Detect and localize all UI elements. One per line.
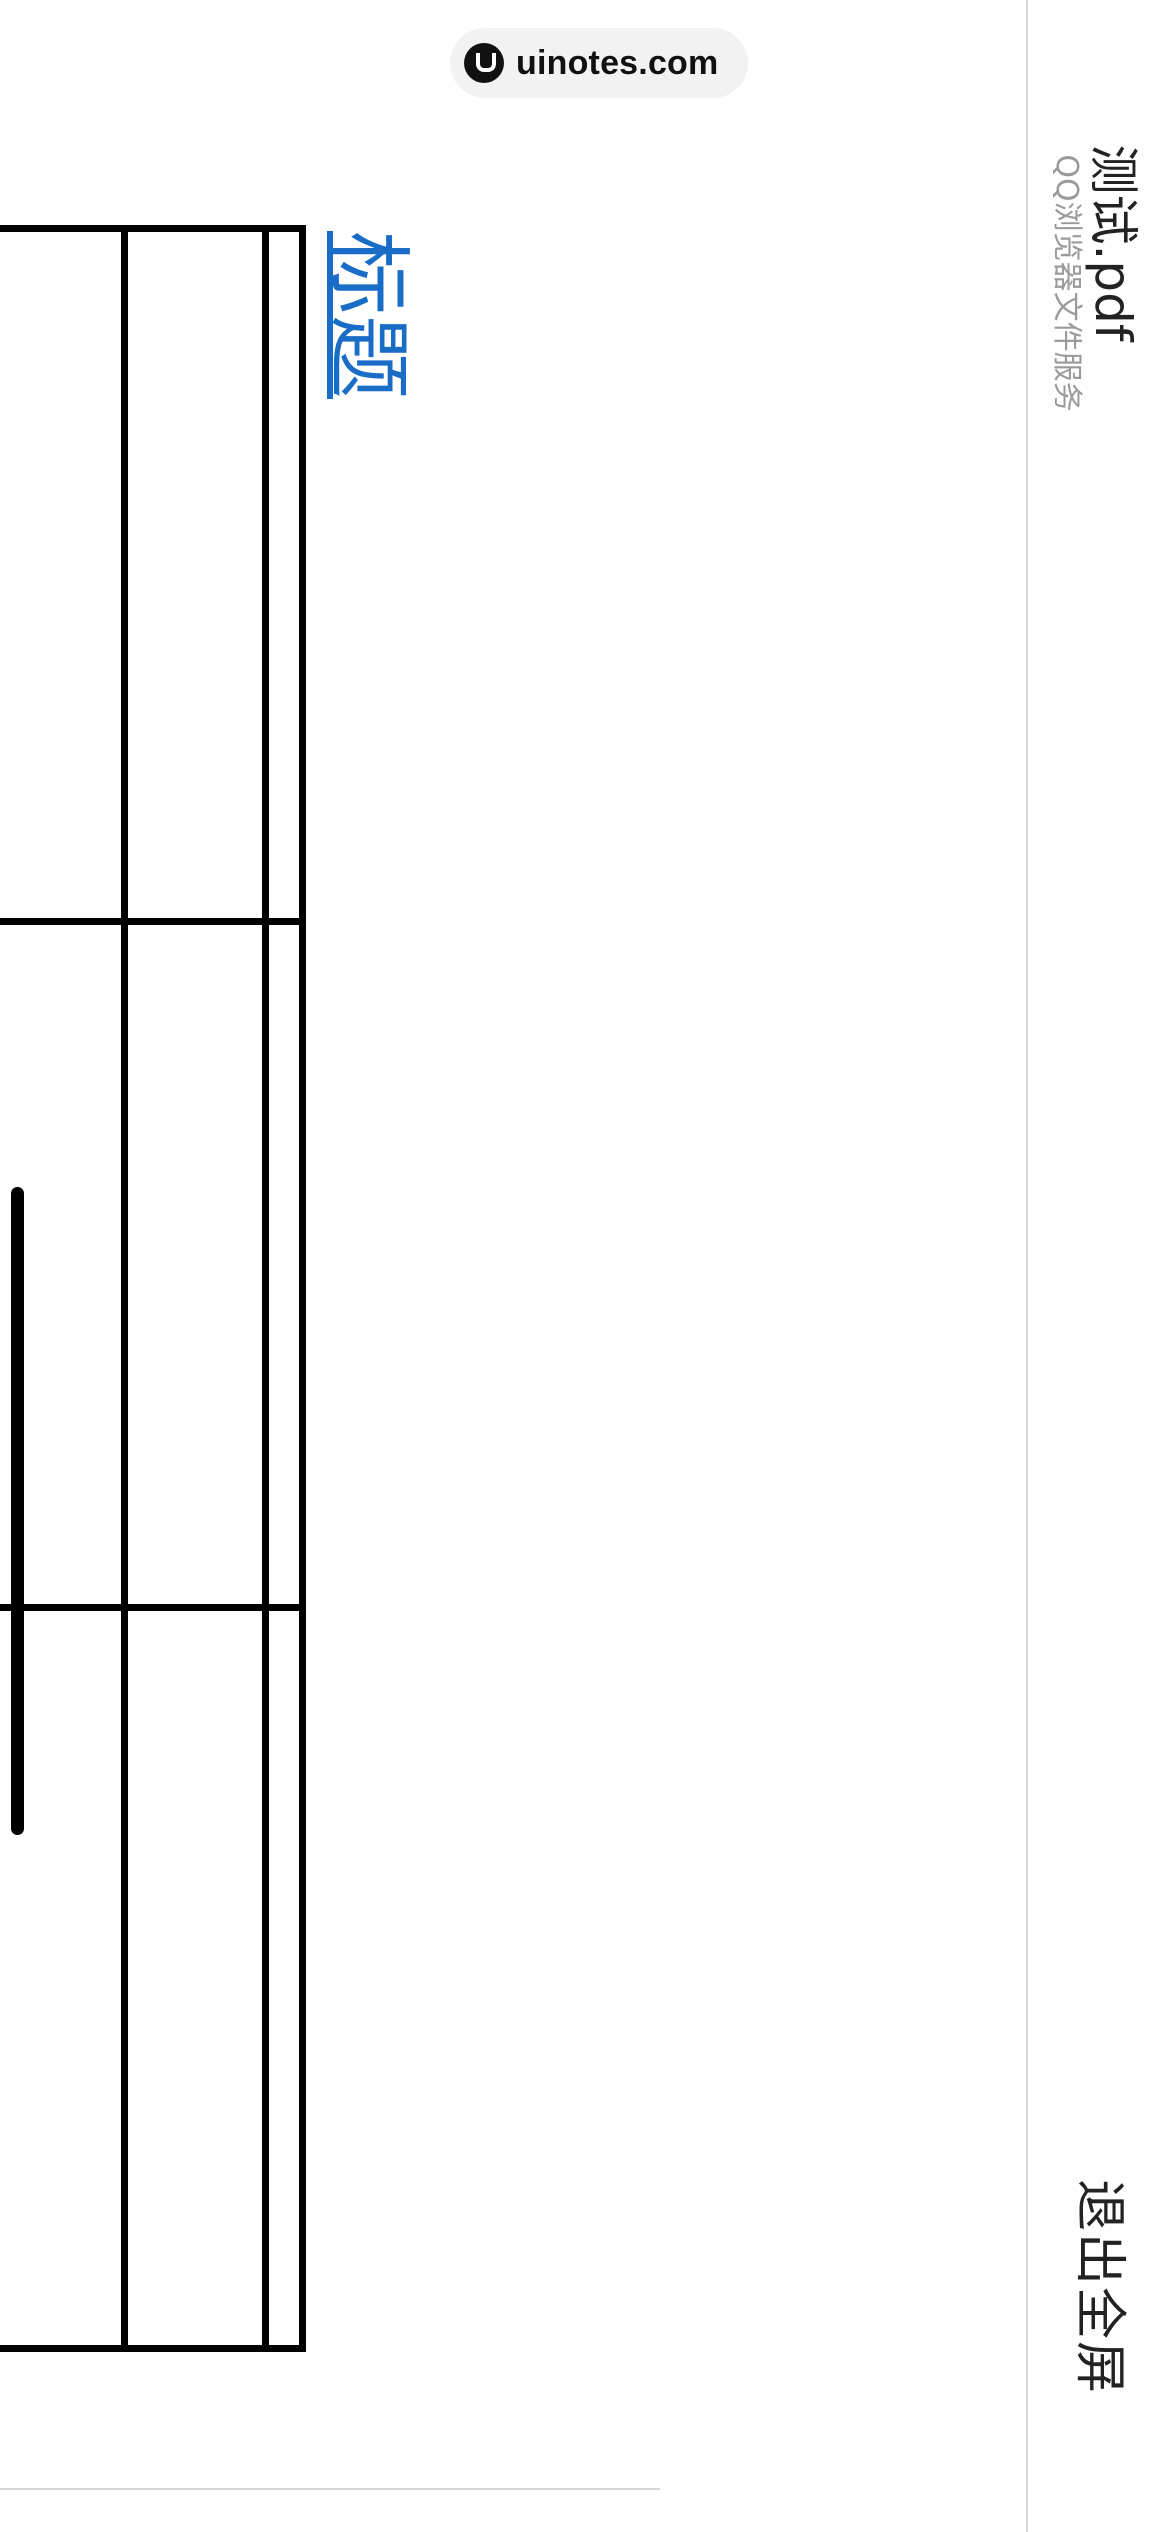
pdf-viewer-page: uinotes.com 标题 测试.pdf QQ浏览器文件服务 退出全屏 xyxy=(0,0,1170,2532)
bottom-divider xyxy=(0,2488,660,2490)
document-heading[interactable]: 标题 xyxy=(318,220,418,410)
table-column-divider xyxy=(121,232,128,2345)
document-heading-text: 标题 xyxy=(319,230,417,400)
file-title: 测试.pdf xyxy=(1083,135,1143,350)
file-title-text: 测试.pdf xyxy=(1084,144,1142,341)
watermark-badge: uinotes.com xyxy=(450,28,748,98)
pdf-table xyxy=(0,225,306,2352)
table-row-divider xyxy=(0,918,299,925)
uinotes-logo-icon xyxy=(464,43,504,83)
table-cell-bar xyxy=(11,1187,24,1835)
service-label-text: QQ浏览器文件服务 xyxy=(1049,153,1084,412)
service-label: QQ浏览器文件服务 xyxy=(1046,140,1086,425)
table-row-divider xyxy=(0,1604,299,1611)
table-column-divider xyxy=(262,232,269,2345)
watermark-text: uinotes.com xyxy=(516,43,719,82)
exit-fullscreen-label: 退出全屏 xyxy=(1069,2178,1129,2396)
exit-fullscreen-button[interactable]: 退出全屏 xyxy=(1064,2178,1134,2396)
